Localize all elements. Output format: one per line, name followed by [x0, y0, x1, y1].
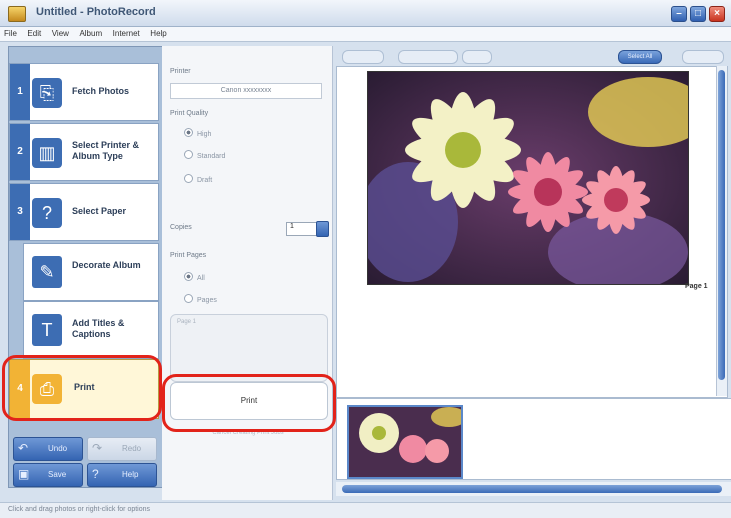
pages-range-radio[interactable]: Pages [184, 294, 217, 304]
step-select-printer[interactable]: 2 ▥ Select Printer & Album Type [9, 123, 159, 181]
quality-standard-radio[interactable]: Standard [184, 150, 225, 160]
page-label: Page 1 [685, 283, 708, 290]
toolbar-button[interactable] [398, 50, 458, 64]
photo-flowers[interactable] [367, 71, 689, 285]
pages-all-radio[interactable]: All [184, 272, 205, 282]
thumbnail-horizontal-scrollbar[interactable] [336, 482, 731, 496]
page-thumbnail[interactable] [347, 405, 463, 479]
cancel-print-jobs-button[interactable]: Cancel Creating Print Jobs [170, 430, 326, 440]
step-add-titles[interactable]: T Add Titles & Captions [23, 301, 159, 359]
redo-icon: ↷ [92, 441, 103, 455]
print-settings-panel: Printer Canon xxxxxxxx Print Quality Hig… [162, 46, 333, 500]
save-icon: ▣ [18, 467, 30, 481]
close-button[interactable]: × [709, 6, 725, 22]
quality-draft-radio[interactable]: Draft [184, 174, 212, 184]
print-pages-label: Print Pages [170, 252, 207, 259]
printer-album-icon: ▥ [32, 138, 62, 168]
minimize-button[interactable]: – [671, 6, 687, 22]
fetch-photos-icon: ⎘ [32, 78, 62, 108]
menu-edit[interactable]: Edit [23, 27, 45, 40]
step-select-paper[interactable]: 3 ? Select Paper [9, 183, 159, 241]
maximize-button[interactable]: □ [690, 6, 706, 22]
step-label: Add Titles & Captions [72, 318, 125, 339]
redo-button[interactable]: ↷ Redo [87, 437, 157, 461]
pages-field[interactable]: Page 1 [170, 314, 328, 382]
help-button[interactable]: ? Help [87, 463, 157, 487]
menu-view[interactable]: View [48, 27, 73, 40]
step-label: Print [74, 382, 95, 392]
pages-field-value: Page 1 [177, 319, 197, 325]
status-bar: Click and drag photos or right-click for… [0, 502, 731, 518]
step-print[interactable]: 4 ⎙ Print [9, 359, 159, 419]
menu-file[interactable]: File [0, 27, 21, 40]
step-number: 1 [10, 64, 30, 120]
undo-button[interactable]: ↶ Undo [13, 437, 83, 461]
toolbar-button[interactable] [682, 50, 724, 64]
copies-spinner[interactable] [316, 221, 329, 237]
step-label: Decorate Album [72, 260, 141, 270]
steps-panel: 1 ⎘ Fetch Photos 2 ▥ Select Printer & Al… [8, 46, 164, 488]
step-label: Fetch Photos [72, 86, 130, 96]
step-number: 4 [10, 360, 30, 418]
save-button[interactable]: ▣ Save [13, 463, 83, 487]
menu-help[interactable]: Help [146, 27, 170, 40]
quality-high-radio[interactable]: High [184, 128, 211, 138]
page-preview[interactable]: Page 1 [336, 66, 728, 398]
select-all-button[interactable]: Select All [618, 50, 662, 64]
preview-vertical-scrollbar[interactable] [716, 66, 727, 396]
decorate-icon: ✎ [32, 256, 62, 288]
toolbar-button[interactable] [462, 50, 492, 64]
undo-icon: ↶ [18, 441, 29, 455]
print-button[interactable]: Print [170, 382, 328, 420]
print-quality-label: Print Quality [170, 110, 209, 117]
step-number: 2 [10, 124, 30, 180]
help-icon: ? [92, 467, 99, 481]
copies-label: Copies [170, 224, 192, 231]
step-fetch-photos[interactable]: 1 ⎘ Fetch Photos [9, 63, 159, 121]
thumbnail-strip [336, 398, 731, 480]
scrollbar-thumb[interactable] [718, 70, 725, 380]
status-text: Click and drag photos or right-click for… [8, 506, 151, 513]
title-bar: Untitled - PhotoRecord – □ × [0, 0, 731, 27]
app-icon [8, 6, 26, 22]
menu-album[interactable]: Album [75, 27, 106, 40]
step-number: 3 [10, 184, 30, 240]
menu-internet[interactable]: Internet [109, 27, 144, 40]
step-label: Select Printer & Album Type [72, 140, 140, 161]
window-title: Untitled - PhotoRecord [36, 6, 156, 18]
menu-bar: File Edit View Album Internet Help [0, 27, 731, 42]
printer-field[interactable]: Canon xxxxxxxx [170, 83, 322, 99]
print-icon: ⎙ [32, 374, 62, 404]
step-decorate-album[interactable]: ✎ Decorate Album [23, 243, 159, 301]
scrollbar-thumb[interactable] [342, 485, 722, 493]
toolbar-button[interactable] [342, 50, 384, 64]
preview-toolbar: Select All [336, 46, 731, 66]
paper-icon: ? [32, 198, 62, 228]
printer-label: Printer [170, 68, 191, 75]
titles-icon: T [32, 314, 62, 346]
step-label: Select Paper [72, 206, 127, 216]
